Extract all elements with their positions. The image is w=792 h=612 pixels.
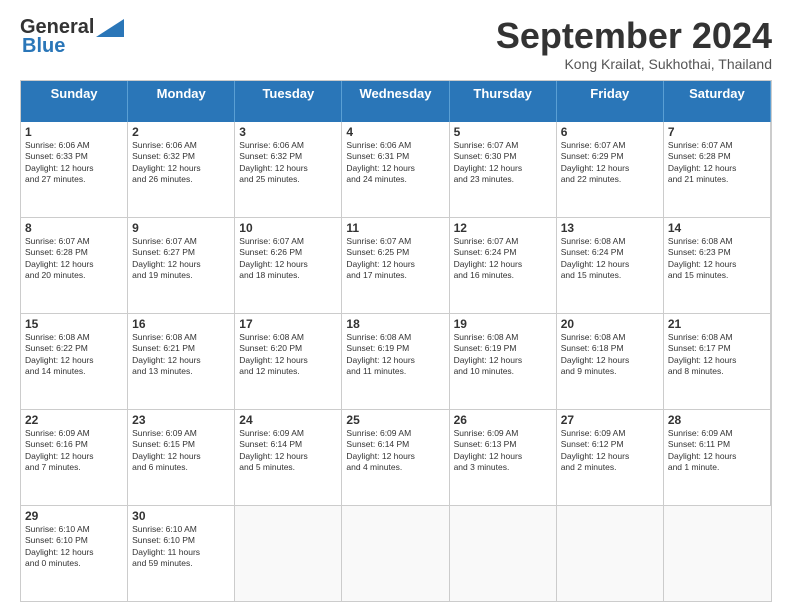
calendar-grid: Sunday Monday Tuesday Wednesday Thursday… xyxy=(20,80,772,602)
day-cell: 5 Sunrise: 6:07 AMSunset: 6:30 PMDayligh… xyxy=(450,122,557,218)
day-cell: 8 Sunrise: 6:07 AMSunset: 6:28 PMDayligh… xyxy=(21,218,128,314)
header-saturday: Saturday xyxy=(664,81,771,122)
day-cell: 20 Sunrise: 6:08 AMSunset: 6:18 PMDaylig… xyxy=(557,314,664,410)
day-cell xyxy=(235,506,342,602)
header-wednesday: Wednesday xyxy=(342,81,449,122)
header-thursday: Thursday xyxy=(450,81,557,122)
day-cell: 28 Sunrise: 6:09 AMSunset: 6:11 PMDaylig… xyxy=(664,410,771,506)
day-cell xyxy=(557,506,664,602)
day-cell: 30 Sunrise: 6:10 AMSunset: 6:10 PMDaylig… xyxy=(128,506,235,602)
day-cell: 24 Sunrise: 6:09 AMSunset: 6:14 PMDaylig… xyxy=(235,410,342,506)
day-cell: 9 Sunrise: 6:07 AMSunset: 6:27 PMDayligh… xyxy=(128,218,235,314)
day-cell: 10 Sunrise: 6:07 AMSunset: 6:26 PMDaylig… xyxy=(235,218,342,314)
day-cell: 26 Sunrise: 6:09 AMSunset: 6:13 PMDaylig… xyxy=(450,410,557,506)
day-cell: 25 Sunrise: 6:09 AMSunset: 6:14 PMDaylig… xyxy=(342,410,449,506)
logo-icon xyxy=(96,19,124,37)
month-title: September 2024 xyxy=(496,16,772,56)
day-cell: 13 Sunrise: 6:08 AMSunset: 6:24 PMDaylig… xyxy=(557,218,664,314)
header-sunday: Sunday xyxy=(21,81,128,122)
calendar: Sunday Monday Tuesday Wednesday Thursday… xyxy=(20,80,772,602)
day-cell: 17 Sunrise: 6:08 AMSunset: 6:20 PMDaylig… xyxy=(235,314,342,410)
day-cell: 14 Sunrise: 6:08 AMSunset: 6:23 PMDaylig… xyxy=(664,218,771,314)
logo: General Blue xyxy=(20,16,124,58)
day-cell: 2 Sunrise: 6:06 AMSunset: 6:32 PMDayligh… xyxy=(128,122,235,218)
day-cell: 1Sunrise: 6:06 AMSunset: 6:33 PMDaylight… xyxy=(21,122,128,218)
day-cell: 15 Sunrise: 6:08 AMSunset: 6:22 PMDaylig… xyxy=(21,314,128,410)
day-cell: 27 Sunrise: 6:09 AMSunset: 6:12 PMDaylig… xyxy=(557,410,664,506)
header-tuesday: Tuesday xyxy=(235,81,342,122)
day-cell: 18 Sunrise: 6:08 AMSunset: 6:19 PMDaylig… xyxy=(342,314,449,410)
day-cell: 7 Sunrise: 6:07 AMSunset: 6:28 PMDayligh… xyxy=(664,122,771,218)
day-cell xyxy=(342,506,449,602)
logo-blue: Blue xyxy=(22,35,65,58)
header: General Blue September 2024 Kong Krailat… xyxy=(20,16,772,72)
day-cell: 22 Sunrise: 6:09 AMSunset: 6:16 PMDaylig… xyxy=(21,410,128,506)
day-cell xyxy=(664,506,771,602)
day-cell: 23 Sunrise: 6:09 AMSunset: 6:15 PMDaylig… xyxy=(128,410,235,506)
day-cell: 11 Sunrise: 6:07 AMSunset: 6:25 PMDaylig… xyxy=(342,218,449,314)
title-section: September 2024 Kong Krailat, Sukhothai, … xyxy=(496,16,772,72)
day-cell: 12 Sunrise: 6:07 AMSunset: 6:24 PMDaylig… xyxy=(450,218,557,314)
day-cell: 19 Sunrise: 6:08 AMSunset: 6:19 PMDaylig… xyxy=(450,314,557,410)
day-cell: 6 Sunrise: 6:07 AMSunset: 6:29 PMDayligh… xyxy=(557,122,664,218)
header-monday: Monday xyxy=(128,81,235,122)
day-cell: 21 Sunrise: 6:08 AMSunset: 6:17 PMDaylig… xyxy=(664,314,771,410)
day-cell: 4 Sunrise: 6:06 AMSunset: 6:31 PMDayligh… xyxy=(342,122,449,218)
day-cell xyxy=(450,506,557,602)
day-cell: 3 Sunrise: 6:06 AMSunset: 6:32 PMDayligh… xyxy=(235,122,342,218)
location: Kong Krailat, Sukhothai, Thailand xyxy=(496,56,772,72)
header-friday: Friday xyxy=(557,81,664,122)
day-cell: 16 Sunrise: 6:08 AMSunset: 6:21 PMDaylig… xyxy=(128,314,235,410)
day-cell: 29 Sunrise: 6:10 AMSunset: 6:10 PMDaylig… xyxy=(21,506,128,602)
